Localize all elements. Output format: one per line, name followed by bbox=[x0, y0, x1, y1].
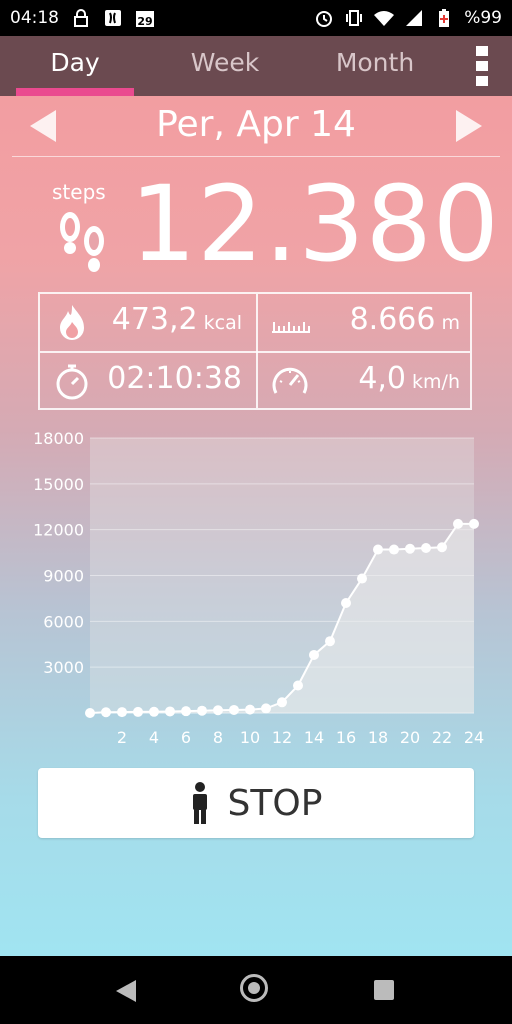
duration-cell: 02:10:38 bbox=[40, 353, 256, 410]
calendar-icon: 29 bbox=[136, 11, 154, 28]
x-tick-label: 18 bbox=[368, 728, 388, 747]
alarm-icon bbox=[316, 11, 333, 27]
vibrate-icon bbox=[346, 10, 363, 26]
y-tick-label: 18000 bbox=[33, 429, 84, 448]
data-point bbox=[117, 707, 127, 718]
data-point bbox=[133, 706, 143, 717]
battery-icon bbox=[439, 9, 450, 27]
x-tick-label: 12 bbox=[272, 728, 292, 747]
data-point bbox=[453, 518, 463, 529]
y-tick-label: 15000 bbox=[33, 475, 84, 494]
steps-label: steps bbox=[52, 180, 106, 204]
x-tick-label: 14 bbox=[304, 728, 324, 747]
x-tick-label: 2 bbox=[117, 728, 127, 747]
distance-cell: 8.666 m bbox=[258, 294, 474, 351]
duration-value: 02:10:38 bbox=[107, 361, 242, 396]
x-tick-label: 8 bbox=[213, 728, 223, 747]
data-point bbox=[101, 707, 111, 718]
stop-label: STOP bbox=[227, 782, 323, 824]
steps-count: 12.380 bbox=[130, 163, 500, 285]
calories-cell: 473,2 kcal bbox=[40, 294, 256, 351]
tab-month[interactable]: Month bbox=[300, 36, 450, 96]
x-tick-label: 6 bbox=[181, 728, 191, 747]
distance-value: 8.666 bbox=[349, 302, 436, 337]
data-point bbox=[405, 543, 415, 554]
speed-unit: km/h bbox=[412, 371, 460, 393]
data-point bbox=[197, 705, 207, 716]
steps-chart: 3000600090001200015000180002 4 6 8 10 12 14 16 1… bbox=[33, 429, 484, 747]
x-tick-label: 4 bbox=[149, 728, 159, 747]
data-point bbox=[181, 706, 191, 717]
status-time: 04:18 bbox=[10, 8, 59, 28]
data-point bbox=[357, 573, 367, 584]
arrow-right-icon[interactable] bbox=[456, 110, 482, 142]
data-point bbox=[341, 598, 351, 608]
app-notification-icon bbox=[105, 10, 121, 26]
y-tick-label: 6000 bbox=[43, 612, 84, 631]
x-tick-label: 16 bbox=[336, 728, 356, 747]
tab-bar: Day Week Month bbox=[0, 36, 512, 96]
data-point bbox=[325, 636, 335, 647]
stats-grid: 473,2 kcal 8.666 m 02:10:38 4,0 km/h bbox=[38, 292, 472, 410]
speed-cell: 4,0 km/h bbox=[258, 353, 474, 410]
signal-icon bbox=[406, 10, 423, 26]
data-point bbox=[165, 706, 175, 717]
stop-button[interactable]: STOP bbox=[38, 768, 474, 838]
calories-value: 473,2 bbox=[111, 302, 198, 337]
date-navigator: Per, Apr 14 bbox=[12, 98, 500, 157]
data-point bbox=[149, 706, 159, 717]
data-point bbox=[389, 544, 399, 555]
data-point bbox=[85, 708, 95, 718]
status-bar: 04:18 29 %99 bbox=[0, 0, 512, 36]
data-point bbox=[293, 680, 303, 691]
y-tick-label: 3000 bbox=[43, 658, 84, 677]
overflow-menu-icon[interactable] bbox=[476, 46, 490, 86]
speedometer-icon bbox=[272, 367, 308, 394]
data-point bbox=[421, 543, 431, 553]
lock-icon bbox=[74, 9, 88, 27]
y-tick-label: 9000 bbox=[43, 567, 84, 586]
battery-percent: %99 bbox=[464, 8, 502, 28]
x-tick-label: 22 bbox=[432, 728, 452, 747]
tab-day[interactable]: Day bbox=[0, 36, 150, 96]
x-tick-label: 24 bbox=[464, 728, 484, 747]
person-icon bbox=[192, 782, 207, 824]
x-tick-label: 20 bbox=[400, 728, 420, 747]
tab-week[interactable]: Week bbox=[150, 36, 300, 96]
data-point bbox=[245, 704, 255, 715]
calories-unit: kcal bbox=[203, 312, 242, 334]
stopwatch-icon bbox=[56, 364, 88, 400]
y-tick-label: 12000 bbox=[33, 521, 84, 540]
svg-text:29: 29 bbox=[137, 15, 152, 28]
flame-icon bbox=[60, 305, 84, 340]
home-icon[interactable] bbox=[240, 974, 268, 1002]
recents-icon[interactable] bbox=[374, 980, 394, 1000]
data-point bbox=[469, 518, 479, 529]
data-point bbox=[213, 705, 223, 716]
ruler-icon bbox=[272, 322, 310, 333]
data-point bbox=[437, 542, 447, 553]
back-icon[interactable] bbox=[116, 980, 136, 1002]
footprints-icon bbox=[60, 212, 104, 272]
distance-unit: m bbox=[441, 312, 460, 334]
date-label: Per, Apr 14 bbox=[156, 104, 356, 145]
speed-value: 4,0 bbox=[358, 361, 407, 396]
navigation-bar bbox=[0, 956, 512, 1024]
data-point bbox=[277, 697, 287, 708]
wifi-icon bbox=[374, 11, 395, 26]
x-tick-label: 10 bbox=[240, 728, 260, 747]
data-point bbox=[229, 704, 239, 715]
data-point bbox=[309, 649, 319, 660]
data-point bbox=[261, 703, 271, 714]
data-point bbox=[373, 544, 383, 555]
